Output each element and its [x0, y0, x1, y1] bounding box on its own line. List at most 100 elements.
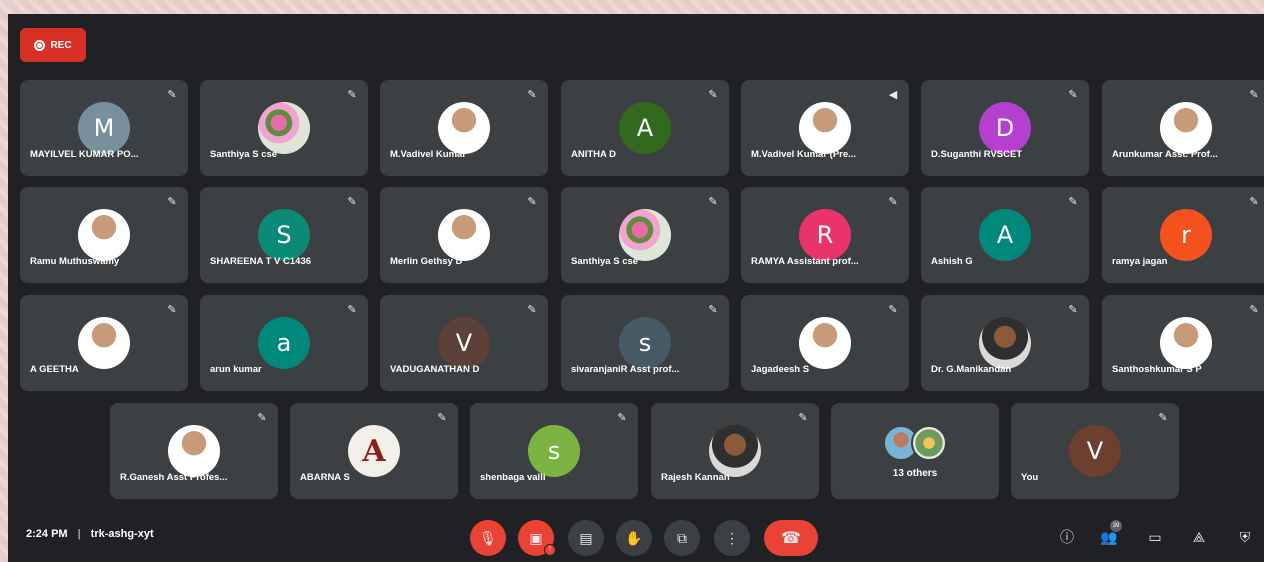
chat-button[interactable]: ▭ [1144, 526, 1166, 548]
mic-off-icon: ✎ [708, 89, 718, 101]
mic-off-icon: ✎ [1068, 196, 1078, 208]
raise-hand-button[interactable]: ✋ [616, 520, 652, 556]
participant-tile[interactable]: A ✎ ANITHA D [561, 80, 729, 176]
bottom-bar: 2:24 PM | trk-ashg-xyt 🎙 ▣ ! ▤ ✋ ⧉ ⋮ ☎ ⓘ [8, 512, 1264, 562]
recording-indicator: REC [20, 28, 86, 62]
participant-name: arun kumar [210, 364, 262, 375]
participant-name: Ashish G [931, 256, 973, 267]
camera-toggle-button[interactable]: ▣ ! [518, 520, 556, 556]
avatar: A [348, 425, 400, 477]
more-options-button[interactable]: ⋮ [714, 520, 750, 556]
avatar [168, 425, 220, 477]
meeting-code: trk-ashg-xyt [90, 528, 154, 540]
mic-off-icon: ✎ [167, 304, 177, 316]
mic-off-icon: ✎ [527, 196, 537, 208]
avatar [1160, 317, 1212, 369]
participant-name: M.Vadivel Kumar [390, 149, 467, 160]
participant-tile[interactable]: ✎ Santhiya S cse [561, 187, 729, 283]
meeting-info: 2:24 PM | trk-ashg-xyt [26, 528, 154, 540]
participant-name: Santhoshkumar S P [1112, 364, 1202, 375]
participant-name: Arunkumar Asst. Prof... [1112, 149, 1218, 160]
avatar: V [438, 317, 490, 369]
more-vert-icon: ⋮ [725, 529, 739, 546]
participant-tile[interactable]: s ✎ shenbaga valli [470, 403, 638, 499]
speaking-icon: ◀ [888, 89, 898, 101]
leave-call-button[interactable]: ☎ [764, 520, 818, 556]
avatar [78, 317, 130, 369]
participant-tile[interactable]: ✎ Santhiya S cse [200, 80, 368, 176]
avatar: a [258, 317, 310, 369]
avatar [619, 209, 671, 261]
participant-tile[interactable]: s ✎ sivaranjaniR Asst prof... [561, 295, 729, 391]
participant-tile[interactable]: ✎ Jagadeesh S [741, 295, 909, 391]
mic-off-icon: 🎙 [479, 529, 497, 546]
participant-tile[interactable]: V ✎ VADUGANATHAN D [380, 295, 548, 391]
participant-tile[interactable]: D ✎ D.Suganthi RVSCET [921, 80, 1089, 176]
separator: | [77, 528, 81, 540]
participant-tile[interactable]: M ✎ MAYILVEL KUMAR PO... [20, 80, 188, 176]
avatar: M [78, 102, 130, 154]
camera-alert-badge: ! [544, 544, 556, 556]
others-count: 13 others [892, 468, 938, 479]
meeting-details-button[interactable]: ⓘ [1056, 526, 1078, 548]
avatar: D [979, 102, 1031, 154]
captions-button[interactable]: ▤ [568, 520, 604, 556]
present-screen-button[interactable]: ⧉ [664, 520, 700, 556]
hand-icon: ✋ [625, 529, 643, 546]
participant-tile[interactable]: ◀ M.Vadivel Kumar (Pre... [741, 80, 909, 176]
mic-off-icon: ✎ [798, 412, 808, 424]
mic-off-icon: ✎ [1249, 89, 1259, 101]
avatar: R [799, 209, 851, 261]
avatar [438, 102, 490, 154]
participant-tile[interactable]: A ✎ ABARNA S [290, 403, 458, 499]
people-button[interactable]: 👥 39 [1098, 520, 1122, 548]
chat-icon: ▭ [1148, 528, 1162, 545]
avatar: S [258, 209, 310, 261]
avatar: V [1069, 425, 1121, 477]
mic-off-icon: ✎ [1249, 304, 1259, 316]
participant-tile[interactable]: ✎ Ramu Muthuswamy [20, 187, 188, 283]
host-controls-button[interactable]: ⛨ [1234, 526, 1256, 548]
mic-off-icon: ✎ [708, 304, 718, 316]
participant-tile[interactable]: ✎ A GEETHA [20, 295, 188, 391]
activities-button[interactable]: ⟁ [1188, 526, 1210, 548]
participant-tile[interactable]: R ✎ RAMYA Assistant prof... [741, 187, 909, 283]
activities-icon: ⟁ [1192, 528, 1206, 545]
participant-name: ABARNA S [300, 472, 350, 483]
participant-name: Dr. G.Manikandan [931, 364, 1012, 375]
participant-tile[interactable]: ✎ R.Ganesh Asst Profes... [110, 403, 278, 499]
mic-toggle-button[interactable]: 🎙 [470, 520, 506, 556]
participant-name: sivaranjaniR Asst prof... [571, 364, 680, 375]
mic-off-icon: ✎ [1068, 304, 1078, 316]
participant-tile[interactable]: ✎ Santhoshkumar S P [1102, 295, 1264, 391]
mic-off-icon: ✎ [347, 196, 357, 208]
participant-name: MAYILVEL KUMAR PO... [30, 149, 139, 160]
participant-name: Santhiya S cse [571, 256, 639, 267]
avatar: A [979, 209, 1031, 261]
participant-tile[interactable]: V ✎ You [1011, 403, 1179, 499]
others-tile[interactable]: 13 others [831, 403, 999, 499]
mic-off-icon: ✎ [167, 89, 177, 101]
participant-name: SHAREENA T V C1436 [210, 256, 312, 267]
avatar [911, 425, 947, 461]
participant-tile[interactable]: A ✎ Ashish G [921, 187, 1089, 283]
mic-off-icon: ✎ [257, 412, 267, 424]
participant-tile[interactable]: r ✎ ramya jagan [1102, 187, 1264, 283]
participant-tile[interactable]: ✎ Arunkumar Asst. Prof... [1102, 80, 1264, 176]
mic-off-icon: ✎ [347, 304, 357, 316]
mic-off-icon: ✎ [888, 304, 898, 316]
participant-tile[interactable]: a ✎ arun kumar [200, 295, 368, 391]
mic-off-icon: ✎ [527, 89, 537, 101]
participant-tile[interactable]: ✎ Merlin Gethsy D [380, 187, 548, 283]
mic-off-icon: ✎ [1158, 412, 1168, 424]
others-avatars [883, 425, 947, 461]
avatar [799, 317, 851, 369]
avatar [438, 209, 490, 261]
participant-name: Jagadeesh S [751, 364, 810, 375]
participant-tile[interactable]: ✎ M.Vadivel Kumar [380, 80, 548, 176]
participant-tile[interactable]: ✎ Rajesh Kannan [651, 403, 819, 499]
participant-tile[interactable]: ✎ Dr. G.Manikandan [921, 295, 1089, 391]
avatar [258, 102, 310, 154]
participant-tile[interactable]: S ✎ SHAREENA T V C1436 [200, 187, 368, 283]
mic-off-icon: ✎ [437, 412, 447, 424]
